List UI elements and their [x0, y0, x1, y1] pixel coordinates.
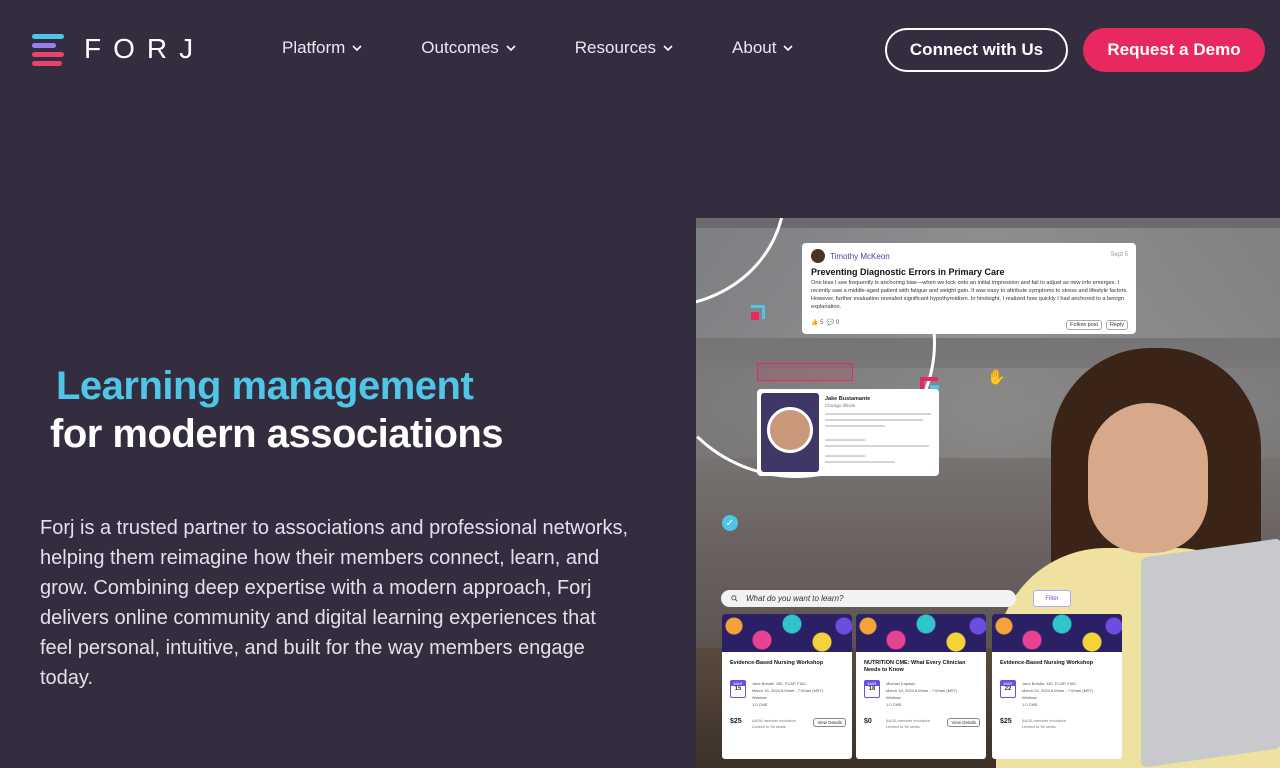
placeholder-line — [825, 461, 895, 463]
post-stats: 👍 5 💬 0 — [811, 319, 839, 326]
connect-with-us-button[interactable]: Connect with Us — [885, 28, 1068, 72]
placeholder-line — [825, 425, 885, 427]
follow-post-button[interactable]: Follow post — [1066, 320, 1102, 330]
post-title: Preventing Diagnostic Errors in Primary … — [811, 267, 1005, 277]
avatar — [811, 249, 825, 263]
course-card[interactable]: Evidence-Based Nursing Workshop MAR 15 Ja… — [722, 614, 852, 759]
highlight-tag — [757, 363, 853, 381]
search-placeholder: What do you want to learn? — [746, 594, 844, 603]
avatar — [767, 407, 813, 453]
course-card[interactable]: Evidence-Based Nursing Workshop MAR 22 Ja… — [992, 614, 1122, 759]
wave-hand-icon: ✋ — [987, 369, 1006, 386]
comment-count: 0 — [836, 320, 840, 326]
course-price: $0 — [864, 718, 872, 725]
reply-button[interactable]: Reply — [1105, 320, 1128, 330]
top-navigation: FORJ Platform Outcomes Resources About C… — [0, 0, 1280, 100]
like-icon: 👍 — [811, 320, 819, 326]
menu-item-about[interactable]: About — [732, 38, 794, 58]
profile-photo — [761, 393, 819, 472]
course-meta: Michael Kapasin March 18, 2024 6:00am - … — [886, 681, 958, 707]
chevron-down-icon — [783, 45, 794, 52]
course-banner — [722, 614, 852, 652]
post-date: Sept 5 — [1110, 252, 1128, 258]
course-title: NUTRITION CME: What Every Clinician Need… — [864, 660, 966, 673]
main-menu: Platform Outcomes Resources About — [282, 38, 794, 58]
menu-item-resources[interactable]: Resources — [575, 38, 674, 58]
course-date-badge: MAR 18 — [864, 680, 880, 698]
post-author: Timothy McKeon — [830, 252, 890, 261]
course-search-input[interactable]: What do you want to learn? — [721, 590, 1016, 607]
logo-wordmark: FORJ — [84, 33, 206, 64]
check-badge-icon: ✓ — [722, 515, 738, 531]
placeholder-line — [825, 455, 865, 457]
placeholder-line — [825, 413, 931, 415]
hero-title-line1: Learning management — [56, 364, 474, 408]
laptop — [1141, 538, 1280, 768]
placeholder-line — [825, 439, 865, 441]
comment-icon: 💬 — [826, 320, 835, 326]
person-face — [1088, 403, 1208, 553]
course-card[interactable]: NUTRITION CME: What Every Clinician Need… — [856, 614, 986, 759]
search-icon — [731, 595, 738, 602]
member-profile-card: Jake Bustamante Chicago Illinois — [757, 389, 939, 476]
course-meta: Jane Brindle, MD, FCAP, FIAC March 15, 2… — [752, 681, 824, 707]
filter-button[interactable]: Filter — [1033, 590, 1071, 607]
view-details-button[interactable]: View Details — [947, 718, 980, 727]
profile-location: Chicago Illinois — [825, 403, 856, 408]
course-note: AASA member exclusive Limited to 50 seat… — [1022, 718, 1066, 729]
course-note: AASA member exclusive Limited to 50 seat… — [886, 718, 930, 729]
menu-item-outcomes[interactable]: Outcomes — [421, 38, 516, 58]
logo-mark-icon — [32, 32, 66, 66]
decorative-square — [751, 305, 765, 320]
menu-item-label: Platform — [282, 38, 346, 57]
menu-item-label: Outcomes — [421, 38, 499, 57]
like-count: 5 — [820, 320, 824, 326]
hero-description: Forj is a trusted partner to association… — [40, 517, 629, 689]
course-banner — [856, 614, 986, 652]
chevron-down-icon — [352, 45, 362, 52]
profile-name: Jake Bustamante — [825, 396, 871, 402]
course-date-badge: MAR 15 — [730, 680, 746, 698]
course-price: $25 — [1000, 718, 1012, 725]
menu-item-label: About — [732, 38, 777, 57]
course-banner — [992, 614, 1122, 652]
view-details-button[interactable]: View Details — [813, 718, 846, 727]
placeholder-line — [825, 445, 929, 447]
course-meta: Jane Brindle, MD, FCAP, FIAC March 22, 2… — [1022, 681, 1094, 707]
post-body: One bias I see frequently is anchoring b… — [811, 280, 1128, 310]
course-price: $25 — [730, 718, 742, 725]
chevron-down-icon — [663, 45, 673, 52]
course-title: Evidence-Based Nursing Workshop — [1000, 660, 1094, 666]
menu-item-platform[interactable]: Platform — [282, 38, 363, 58]
chevron-down-icon — [506, 45, 516, 52]
course-title: Evidence-Based Nursing Workshop — [730, 660, 824, 666]
course-date-badge: MAR 22 — [1000, 680, 1016, 698]
forj-logo[interactable]: FORJ — [32, 32, 205, 66]
community-post-card: Timothy McKeon Sept 5 Preventing Diagnos… — [802, 243, 1136, 334]
request-demo-button[interactable]: Request a Demo — [1083, 28, 1265, 72]
placeholder-line — [825, 419, 923, 421]
course-note: AASA member exclusive Limited to 50 seat… — [752, 718, 796, 729]
hero-title-line2: for modern associations — [50, 412, 504, 456]
menu-item-label: Resources — [574, 38, 657, 57]
